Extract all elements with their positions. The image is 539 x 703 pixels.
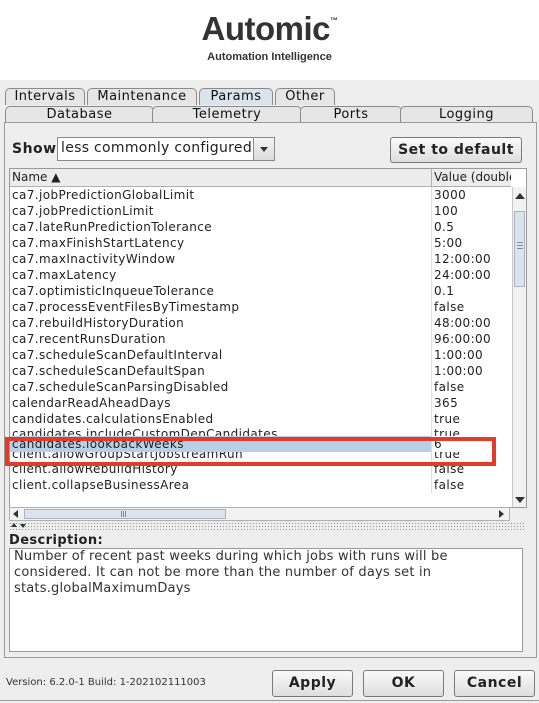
row-value[interactable]: false bbox=[432, 477, 511, 493]
scroll-left-arrow-icon[interactable] bbox=[13, 510, 18, 518]
table-row[interactable]: ca7.maxFinishStartLatency 5:00 bbox=[10, 235, 511, 251]
expand-down-icon[interactable] bbox=[20, 524, 26, 528]
row-value[interactable]: 12:00:00 bbox=[432, 251, 511, 267]
table-row[interactable]: ca7.scheduleScanParsingDisabled false bbox=[10, 379, 511, 395]
row-name: ca7.lateRunPredictionTolerance bbox=[10, 219, 432, 235]
tab-intervals[interactable]: Intervals bbox=[5, 88, 85, 105]
table-row[interactable]: ca7.jobPredictionLimit 100 bbox=[10, 203, 511, 219]
row-name: calendarReadAheadDays bbox=[10, 395, 432, 411]
table-row[interactable]: ca7.rebuildHistoryDuration 48:00:00 bbox=[10, 315, 511, 331]
version-info: Version: 6.2.0-1 Build: 1-202102111003 bbox=[6, 677, 206, 688]
chevron-down-icon[interactable] bbox=[253, 138, 274, 160]
table-row[interactable]: ca7.maxInactivityWindow 12:00:00 bbox=[10, 251, 511, 267]
scroll-right-arrow-icon[interactable] bbox=[499, 510, 504, 518]
brand-logo: Automic™ bbox=[201, 10, 338, 47]
tab-params[interactable]: Params bbox=[199, 88, 273, 105]
row-value[interactable]: 1:00:00 bbox=[432, 363, 511, 379]
row-name: candidates.calculationsEnabled bbox=[10, 411, 432, 427]
description-label: Description: bbox=[9, 533, 104, 548]
row-name: ca7.maxFinishStartLatency bbox=[10, 235, 432, 251]
scroll-down-arrow-icon[interactable] bbox=[515, 497, 525, 503]
row-value[interactable]: 96:00:00 bbox=[432, 331, 511, 347]
table-row[interactable]: ca7.optimisticInqueueTolerance 0.1 bbox=[10, 283, 511, 299]
horizontal-scroll-thumb[interactable] bbox=[24, 509, 226, 519]
row-value[interactable]: 5:00 bbox=[432, 235, 511, 251]
row-value[interactable]: true bbox=[432, 427, 511, 436]
row-value[interactable]: 1:00:00 bbox=[432, 347, 511, 363]
table-row-selected[interactable]: candidates.lookbackWeeks 6 bbox=[10, 436, 511, 452]
row-name: ca7.scheduleScanParsingDisabled bbox=[10, 379, 432, 395]
show-filter-value: less commonly configured bbox=[61, 140, 253, 156]
split-pane-divider[interactable] bbox=[9, 522, 525, 530]
horizontal-scrollbar[interactable] bbox=[9, 507, 510, 521]
tab-telemetry[interactable]: Telemetry bbox=[152, 106, 302, 123]
row-name: ca7.rebuildHistoryDuration bbox=[10, 315, 432, 331]
table-row[interactable]: ca7.lateRunPredictionTolerance 0.5 bbox=[10, 219, 511, 235]
table-row[interactable]: ca7.scheduleScanDefaultInterval 1:00:00 bbox=[10, 347, 511, 363]
row-value[interactable]: 48:00:00 bbox=[432, 315, 511, 331]
description-text: Number of recent past weeks during which… bbox=[9, 548, 523, 652]
row-value[interactable]: 0.1 bbox=[432, 283, 511, 299]
row-name: candidates.includeCustomDepCandidates bbox=[10, 427, 432, 436]
set-to-default-button[interactable]: Set to default bbox=[390, 137, 522, 163]
table-row[interactable]: ca7.processEventFilesByTimestamp false bbox=[10, 299, 511, 315]
table-row[interactable]: candidates.includeCustomDepCandidates tru… bbox=[10, 427, 511, 436]
expand-up-icon[interactable] bbox=[11, 523, 17, 527]
params-table: Name ▲ Value (double ca7.jobPredictionGl… bbox=[9, 168, 527, 508]
tab-ports[interactable]: Ports bbox=[300, 106, 402, 123]
table-row[interactable]: client.allowGroupStartJobstreamRun true bbox=[10, 452, 511, 461]
row-value[interactable]: false bbox=[432, 299, 511, 315]
apply-button[interactable]: Apply bbox=[272, 670, 353, 697]
table-row[interactable]: ca7.maxLatency 24:00:00 bbox=[10, 267, 511, 283]
tab-other[interactable]: Other bbox=[275, 88, 335, 105]
column-header-value[interactable]: Value (double bbox=[432, 169, 511, 186]
ok-button[interactable]: OK bbox=[363, 670, 444, 697]
table-header: Name ▲ Value (double bbox=[10, 169, 511, 187]
row-value[interactable]: 24:00:00 bbox=[432, 267, 511, 283]
table-row[interactable]: ca7.recentRunsDuration 96:00:00 bbox=[10, 331, 511, 347]
show-label: Show bbox=[12, 141, 57, 157]
row-name: ca7.optimisticInqueueTolerance bbox=[10, 283, 432, 299]
scroll-up-arrow-icon[interactable] bbox=[515, 193, 525, 199]
row-value[interactable]: true bbox=[432, 452, 511, 461]
row-name: candidates.lookbackWeeks bbox=[10, 436, 432, 452]
table-body: ca7.jobPredictionGlobalLimit 3000 ca7.job… bbox=[10, 187, 511, 493]
row-name: client.collapseBusinessArea bbox=[10, 477, 432, 493]
row-value[interactable]: 3000 bbox=[432, 187, 511, 203]
row-name: client.allowRebuildHistory bbox=[10, 461, 432, 477]
row-value[interactable]: false bbox=[432, 379, 511, 395]
row-name: ca7.jobPredictionGlobalLimit bbox=[10, 187, 432, 203]
table-row[interactable]: ca7.jobPredictionGlobalLimit 3000 bbox=[10, 187, 511, 203]
row-name: ca7.recentRunsDuration bbox=[10, 331, 432, 347]
table-row[interactable]: candidates.calculationsEnabled true bbox=[10, 411, 511, 427]
row-name: ca7.scheduleScanDefaultSpan bbox=[10, 363, 432, 379]
show-filter-select[interactable]: less commonly configured bbox=[57, 137, 275, 161]
vertical-scrollbar[interactable] bbox=[512, 187, 526, 507]
row-value[interactable]: false bbox=[432, 461, 511, 477]
table-row[interactable]: calendarReadAheadDays 365 bbox=[10, 395, 511, 411]
cancel-button[interactable]: Cancel bbox=[454, 670, 535, 697]
footer-divider bbox=[0, 700, 539, 701]
row-value[interactable]: 100 bbox=[432, 203, 511, 219]
row-name: ca7.scheduleScanDefaultInterval bbox=[10, 347, 432, 363]
row-name: ca7.maxInactivityWindow bbox=[10, 251, 432, 267]
row-value[interactable]: true bbox=[432, 411, 511, 427]
row-value[interactable]: 365 bbox=[432, 395, 511, 411]
row-name: ca7.processEventFilesByTimestamp bbox=[10, 299, 432, 315]
vertical-scroll-thumb[interactable] bbox=[514, 211, 525, 287]
row-name: client.allowGroupStartJobstreamRun bbox=[10, 452, 432, 461]
tab-maintenance[interactable]: Maintenance bbox=[87, 88, 197, 105]
tab-database[interactable]: Database bbox=[5, 106, 154, 123]
table-row[interactable]: ca7.scheduleScanDefaultSpan 1:00:00 bbox=[10, 363, 511, 379]
row-value[interactable]: 0.5 bbox=[432, 219, 511, 235]
column-header-name[interactable]: Name ▲ bbox=[10, 169, 432, 186]
value-editor-input[interactable]: 6 bbox=[432, 436, 511, 452]
row-name: ca7.maxLatency bbox=[10, 267, 432, 283]
brand-header: Automic™ Automation Intelligence bbox=[0, 0, 539, 80]
table-row[interactable]: client.allowRebuildHistory false bbox=[10, 461, 511, 477]
brand-tagline: Automation Intelligence bbox=[207, 51, 332, 63]
row-name: ca7.jobPredictionLimit bbox=[10, 203, 432, 219]
tab-logging[interactable]: Logging bbox=[400, 106, 533, 123]
table-row[interactable]: client.collapseBusinessArea false bbox=[10, 477, 511, 493]
